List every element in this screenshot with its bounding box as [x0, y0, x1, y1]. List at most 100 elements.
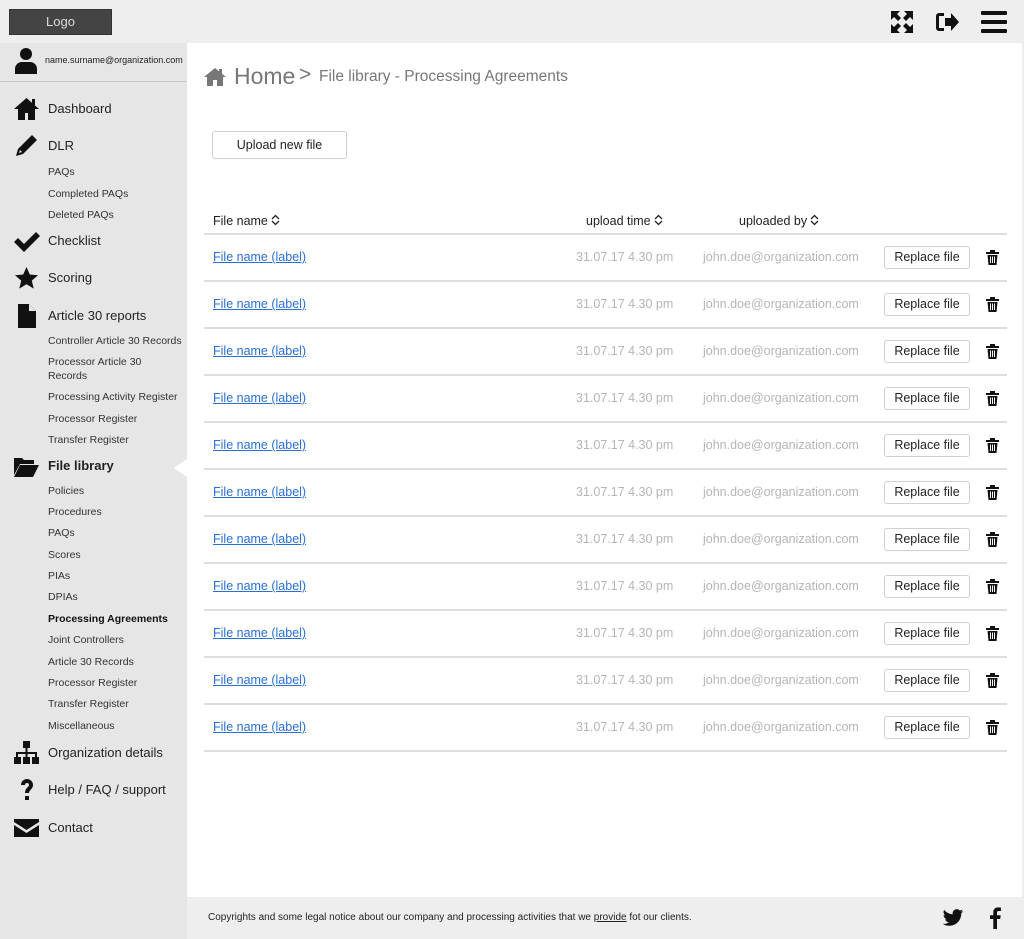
- file-name-link[interactable]: File name (label): [213, 250, 306, 264]
- replace-file-button[interactable]: Replace file: [884, 246, 970, 269]
- trash-icon[interactable]: [986, 720, 999, 735]
- sidebar-sub-processor-article-30-records[interactable]: Processor Article 30 Records: [48, 356, 183, 383]
- twitter-icon[interactable]: [942, 907, 964, 929]
- replace-file-button[interactable]: Replace file: [884, 387, 970, 410]
- uploaded-by: john.doe@organization.com: [703, 344, 859, 358]
- home-icon[interactable]: [204, 67, 226, 87]
- sidebar-sub-scores[interactable]: Scores: [48, 549, 183, 563]
- trash-icon[interactable]: [986, 532, 999, 547]
- sidebar-sub-dpias[interactable]: DPIAs: [48, 591, 183, 605]
- sidebar-sub-processing-activity-register[interactable]: Processing Activity Register: [48, 391, 183, 405]
- sidebar-sub-miscellaneous[interactable]: Miscellaneous: [48, 720, 183, 734]
- sidebar-item-dashboard[interactable]: Dashboard: [0, 96, 187, 122]
- trash-icon[interactable]: [986, 297, 999, 312]
- user-profile[interactable]: name.surname@organization.com: [0, 43, 187, 82]
- table-row: File name (label) 31.07.17 4.30 pm john.do…: [204, 517, 1007, 564]
- sidebar-item-checklist[interactable]: Checklist: [0, 228, 187, 254]
- file-name-link[interactable]: File name (label): [213, 579, 306, 593]
- sidebar-item-help[interactable]: Help / FAQ / support: [0, 777, 187, 803]
- sort-icon: [654, 214, 663, 226]
- sidebar-item-file-library[interactable]: File library: [0, 453, 187, 479]
- sidebar-sub-procedures[interactable]: Procedures: [48, 506, 183, 520]
- upload-new-file-button[interactable]: Upload new file: [212, 131, 347, 159]
- table-row: File name (label) 31.07.17 4.30 pm john.do…: [204, 611, 1007, 658]
- sidebar-item-scoring[interactable]: Scoring: [0, 265, 187, 291]
- pencil-icon: [13, 133, 40, 159]
- replace-file-button[interactable]: Replace file: [884, 716, 970, 739]
- replace-file-button[interactable]: Replace file: [884, 669, 970, 692]
- column-header-file-name[interactable]: File name: [213, 214, 280, 228]
- footer-text: fot our clients.: [626, 912, 692, 923]
- column-header-upload-time[interactable]: upload time: [586, 214, 663, 228]
- sidebar-sub-deleted-paqs[interactable]: Deleted PAQs: [48, 209, 183, 223]
- file-name-link[interactable]: File name (label): [213, 626, 306, 640]
- facebook-icon[interactable]: [988, 907, 1002, 929]
- trash-icon[interactable]: [986, 485, 999, 500]
- folder-open-icon: [13, 453, 40, 479]
- trash-icon[interactable]: [986, 579, 999, 594]
- uploaded-by: john.doe@organization.com: [703, 485, 859, 499]
- trash-icon[interactable]: [986, 391, 999, 406]
- column-header-uploaded-by[interactable]: uploaded by: [739, 214, 819, 228]
- uploaded-by: john.doe@organization.com: [703, 297, 859, 311]
- replace-file-button[interactable]: Replace file: [884, 622, 970, 645]
- replace-file-button[interactable]: Replace file: [884, 481, 970, 504]
- sidebar-sub-article-30-records[interactable]: Article 30 Records: [48, 656, 183, 670]
- check-icon: [13, 228, 40, 254]
- sidebar-item-label: File library: [48, 458, 114, 473]
- menu-icon[interactable]: [980, 8, 1008, 36]
- sidebar-item-label: Scoring: [48, 270, 93, 285]
- sidebar-sub-paqs[interactable]: PAQs: [48, 527, 183, 541]
- logout-icon[interactable]: [933, 8, 961, 36]
- file-name-link[interactable]: File name (label): [213, 673, 306, 687]
- trash-icon[interactable]: [986, 438, 999, 453]
- trash-icon[interactable]: [986, 673, 999, 688]
- file-name-link[interactable]: File name (label): [213, 344, 306, 358]
- sidebar-sub-policies[interactable]: Policies: [48, 485, 183, 499]
- sidebar-item-label: Help / FAQ / support: [48, 782, 166, 797]
- sidebar-sub-controller-article-30-records[interactable]: Controller Article 30 Records: [48, 335, 183, 349]
- sidebar-sub-pias[interactable]: PIAs: [48, 570, 183, 584]
- footer-provide-link[interactable]: provide: [594, 912, 627, 923]
- sidebar-sub-processor-register[interactable]: Processor Register: [48, 677, 183, 691]
- trash-icon[interactable]: [986, 626, 999, 641]
- breadcrumb-home[interactable]: Home: [234, 63, 295, 90]
- sidebar-sub-joint-controllers[interactable]: Joint Controllers: [48, 634, 183, 648]
- trash-icon[interactable]: [986, 250, 999, 265]
- question-icon: [13, 777, 40, 803]
- sidebar-item-article-30-reports[interactable]: Article 30 reports: [0, 303, 187, 329]
- table-row: File name (label) 31.07.17 4.30 pm john.do…: [204, 423, 1007, 470]
- sidebar-sub-completed-paqs[interactable]: Completed PAQs: [48, 188, 183, 202]
- envelope-icon: [13, 815, 40, 841]
- replace-file-button[interactable]: Replace file: [884, 434, 970, 457]
- expand-icon[interactable]: [888, 8, 916, 36]
- file-name-link[interactable]: File name (label): [213, 485, 306, 499]
- file-name-link[interactable]: File name (label): [213, 532, 306, 546]
- sidebar-item-contact[interactable]: Contact: [0, 815, 187, 841]
- replace-file-button[interactable]: Replace file: [884, 293, 970, 316]
- sidebar-sub-paqs[interactable]: PAQs: [48, 166, 183, 180]
- file-name-link[interactable]: File name (label): [213, 720, 306, 734]
- sidebar-item-organization-details[interactable]: Organization details: [0, 740, 187, 766]
- footer-notice: Copyrights and some legal notice about o…: [208, 912, 692, 923]
- top-bar: Logo: [0, 0, 1024, 43]
- sidebar-item-label: DLR: [48, 138, 75, 153]
- replace-file-button[interactable]: Replace file: [884, 340, 970, 363]
- column-label: uploaded by: [739, 214, 808, 228]
- sidebar-sub-processing-agreements[interactable]: Processing Agreements: [48, 613, 183, 627]
- logo[interactable]: Logo: [9, 9, 112, 35]
- trash-icon[interactable]: [986, 344, 999, 359]
- column-label: File name: [213, 214, 268, 228]
- file-name-link[interactable]: File name (label): [213, 391, 306, 405]
- uploaded-by: john.doe@organization.com: [703, 579, 859, 593]
- sidebar-sub-processor-register[interactable]: Processor Register: [48, 413, 183, 427]
- sidebar-sub-transfer-register[interactable]: Transfer Register: [48, 698, 183, 712]
- sort-icon: [271, 214, 280, 226]
- sidebar-sub-transfer-register[interactable]: Transfer Register: [48, 434, 183, 448]
- upload-time: 31.07.17 4.30 pm: [576, 438, 674, 452]
- replace-file-button[interactable]: Replace file: [884, 528, 970, 551]
- sidebar-item-dlr[interactable]: DLR: [0, 133, 187, 159]
- file-name-link[interactable]: File name (label): [213, 297, 306, 311]
- file-name-link[interactable]: File name (label): [213, 438, 306, 452]
- replace-file-button[interactable]: Replace file: [884, 575, 970, 598]
